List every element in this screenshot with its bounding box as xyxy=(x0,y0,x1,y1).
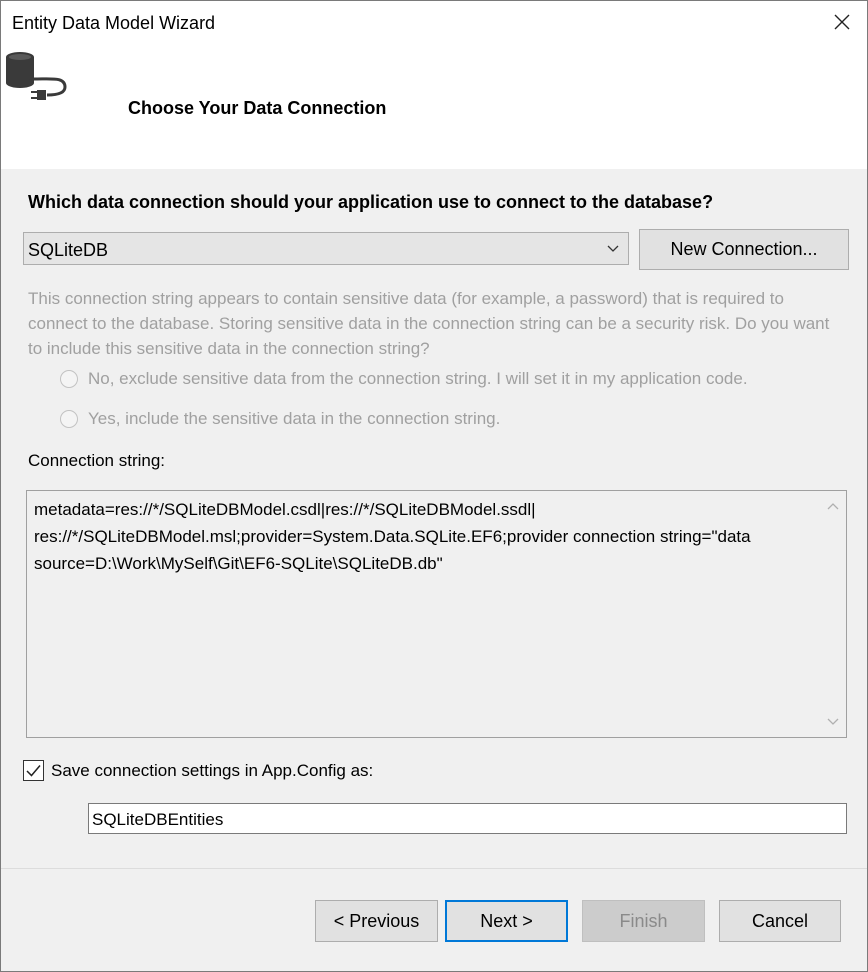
sensitive-data-notice: This connection string appears to contai… xyxy=(28,289,830,358)
new-connection-button[interactable]: New Connection... xyxy=(639,229,849,270)
previous-button[interactable]: < Previous xyxy=(315,900,438,942)
wizard-window: Entity Data Model Wizard Choose Your Dat… xyxy=(0,0,868,972)
connection-string-box[interactable]: metadata=res://*/SQLiteDBModel.csdl|res:… xyxy=(26,490,847,738)
connection-dropdown-value: SQLiteDB xyxy=(28,240,109,260)
chevron-down-icon xyxy=(604,239,622,257)
entities-name-input[interactable]: SQLiteDBEntities xyxy=(88,803,847,834)
footer-divider xyxy=(1,868,867,869)
close-icon[interactable] xyxy=(827,7,857,37)
database-connection-icon xyxy=(3,49,67,105)
exclude-radio-label: No, exclude sensitive data from the conn… xyxy=(88,369,748,388)
next-button[interactable]: Next > xyxy=(445,900,568,942)
include-sensitive-option[interactable]: Yes, include the sensitive data in the c… xyxy=(60,409,500,429)
window-title: Entity Data Model Wizard xyxy=(12,13,216,33)
connection-question: Which data connection should your applic… xyxy=(28,192,714,212)
cancel-button[interactable]: Cancel xyxy=(719,900,841,942)
scroll-up-icon[interactable] xyxy=(826,499,840,513)
page-heading: Choose Your Data Connection xyxy=(128,98,387,118)
include-radio-label: Yes, include the sensitive data in the c… xyxy=(88,409,501,428)
save-settings-checkbox[interactable] xyxy=(23,760,44,781)
checkmark-icon xyxy=(26,765,41,777)
wizard-header: Entity Data Model Wizard Choose Your Dat… xyxy=(1,1,867,169)
save-settings-label: Save connection settings in App.Config a… xyxy=(51,761,374,780)
connection-string-label: Connection string: xyxy=(28,451,166,470)
include-radio[interactable] xyxy=(60,410,78,428)
connection-dropdown[interactable]: SQLiteDB xyxy=(23,232,629,265)
finish-button[interactable]: Finish xyxy=(582,900,705,942)
scroll-down-icon[interactable] xyxy=(826,715,840,729)
connection-string-text: metadata=res://*/SQLiteDBModel.csdl|res:… xyxy=(34,500,751,573)
exclude-sensitive-option[interactable]: No, exclude sensitive data from the conn… xyxy=(60,369,748,389)
exclude-radio[interactable] xyxy=(60,370,78,388)
